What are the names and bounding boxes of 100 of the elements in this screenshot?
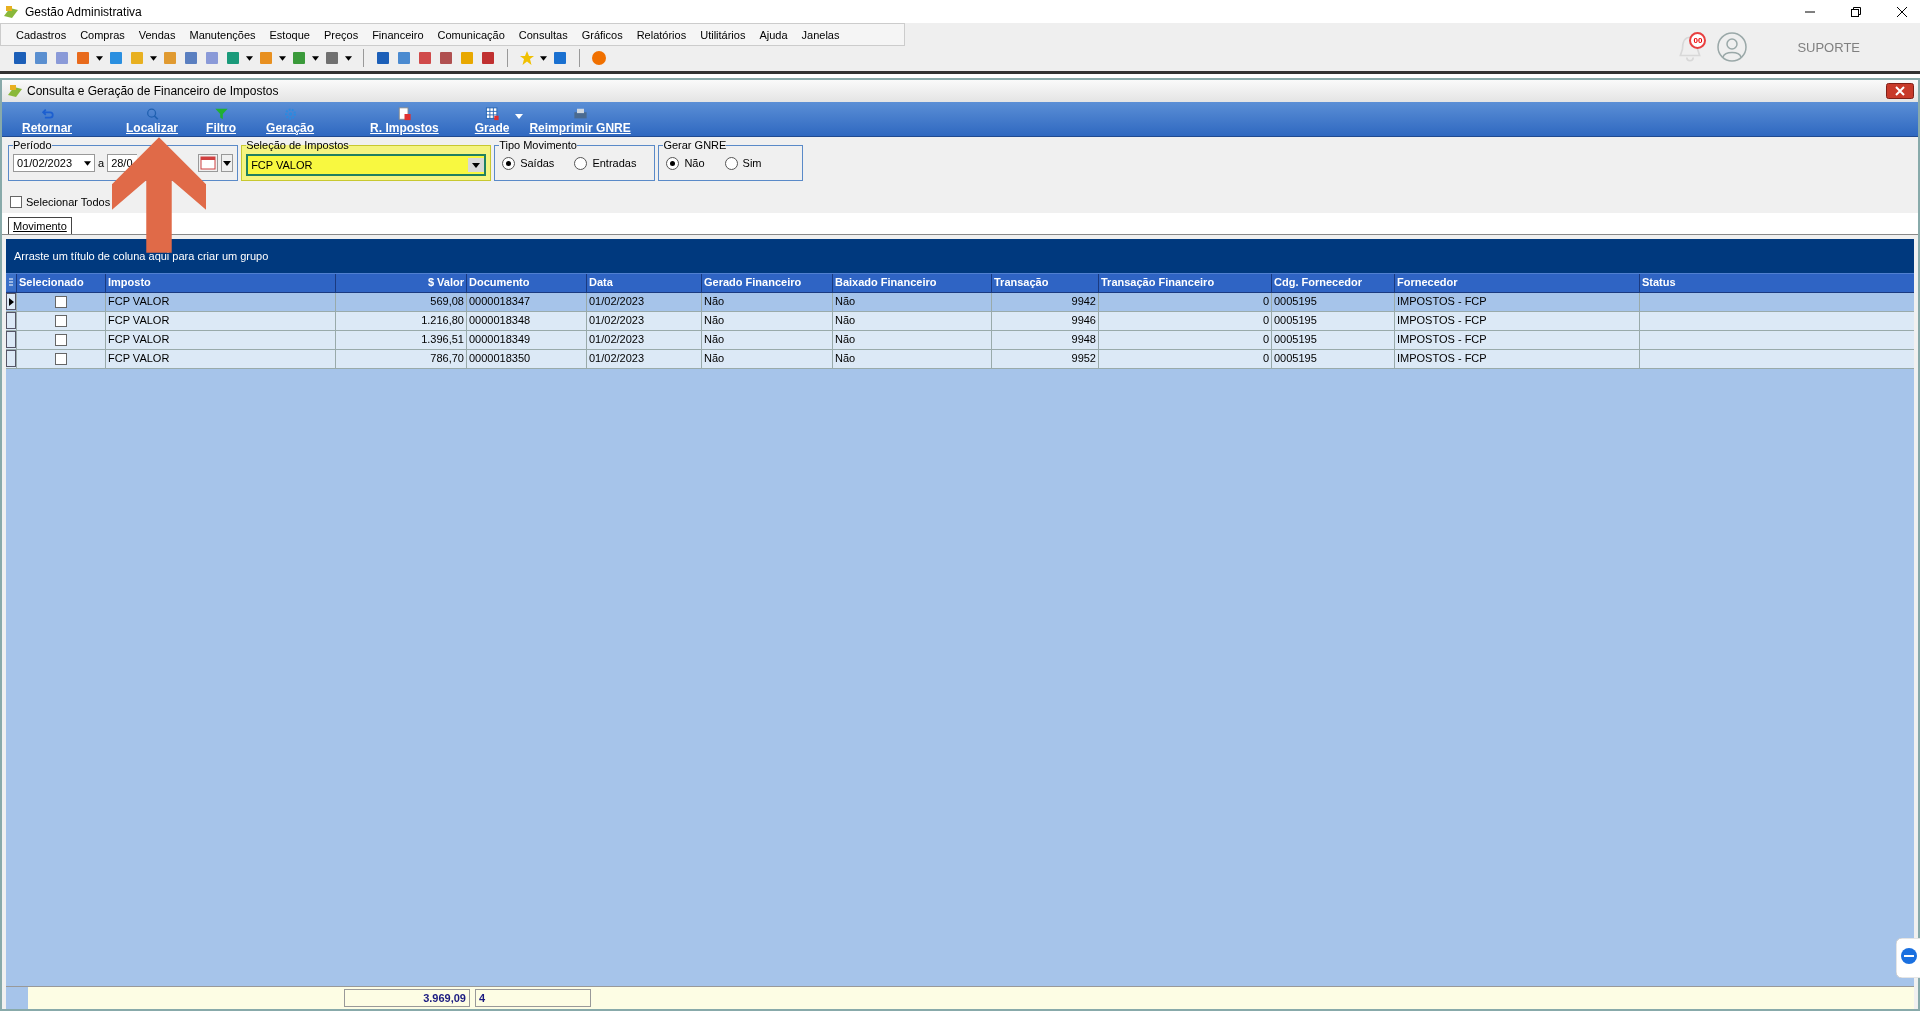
table-cell: Não <box>832 350 991 368</box>
close-icon[interactable] <box>1886 83 1914 99</box>
radio-button[interactable] <box>666 156 680 170</box>
close-icon[interactable] <box>1896 5 1908 18</box>
column-header[interactable]: Cdg. Fornecedor <box>1271 274 1394 292</box>
menu-item[interactable]: Preços <box>316 28 366 41</box>
table-cell: IMPOSTOS - FCP <box>1394 293 1639 311</box>
radio-button[interactable] <box>574 156 588 170</box>
group-label: Tipo Movimento <box>499 139 577 151</box>
table-cell: 0005195 <box>1271 331 1394 349</box>
column-header[interactable]: Transação <box>991 274 1098 292</box>
column-header[interactable]: Fornecedor <box>1394 274 1639 292</box>
caret-icon[interactable] <box>221 154 234 172</box>
tab[interactable]: Movimento <box>8 217 72 234</box>
checkbox[interactable] <box>55 334 67 346</box>
checkbox[interactable] <box>55 296 67 308</box>
caret-icon[interactable] <box>84 160 91 166</box>
table-cell: Não <box>701 350 832 368</box>
checkbox[interactable] <box>55 353 67 365</box>
total-value: 3.969,09 <box>344 989 470 1007</box>
row-indicator[interactable] <box>6 293 16 310</box>
table-cell: 9948 <box>991 331 1098 349</box>
checkbox[interactable] <box>55 315 67 327</box>
checkbox[interactable] <box>10 196 22 208</box>
table-cell: FCP VALOR <box>105 312 335 330</box>
column-header[interactable]: Gerado Financeiro <box>701 274 832 292</box>
table-cell: 9942 <box>991 293 1098 311</box>
printer-icon <box>572 107 588 121</box>
column-header[interactable]: Imposto <box>105 274 335 292</box>
date-field[interactable]: 01/02/2023 <box>13 154 95 172</box>
undo-icon <box>39 107 55 121</box>
radio-button[interactable] <box>502 156 516 170</box>
caret-icon[interactable] <box>246 55 253 61</box>
notification-badge: 00 <box>1689 32 1707 49</box>
toolbar-button[interactable]: R. Impostos <box>370 105 439 136</box>
column-header[interactable]: Baixado Financeiro <box>832 274 991 292</box>
table-cell: 0 <box>1098 312 1271 330</box>
checkbox-label[interactable]: Selecionar Todos <box>26 196 111 208</box>
menu-item[interactable]: Consultas <box>511 28 575 41</box>
caret-icon[interactable] <box>540 55 547 61</box>
toolbar-button[interactable]: Reimprimir GNRE <box>529 105 631 136</box>
side-tab-icon[interactable] <box>1896 938 1920 978</box>
star-icon[interactable] <box>519 50 535 66</box>
caret-icon[interactable] <box>345 55 352 61</box>
toolbar-button[interactable]: Retornar <box>22 105 72 136</box>
caret-icon[interactable] <box>150 55 157 61</box>
table-cell: 01/02/2023 <box>586 350 701 368</box>
column-header[interactable]: $ Valor <box>335 274 466 292</box>
row-count: 4 <box>475 989 591 1007</box>
caret-icon[interactable] <box>312 55 319 61</box>
menu-item[interactable]: Cadastros <box>9 28 74 41</box>
table-cell: 786,70 <box>335 350 466 368</box>
filter-icon <box>213 107 229 121</box>
toolbar-button[interactable]: Grade <box>474 105 510 136</box>
column-header[interactable]: Data <box>586 274 701 292</box>
toolbar-button[interactable]: Filtro <box>206 105 237 136</box>
menu-item[interactable]: Relatórios <box>629 28 694 41</box>
table-cell: IMPOSTOS - FCP <box>1394 312 1639 330</box>
table-cell: Não <box>832 331 991 349</box>
radio-label[interactable]: Sim <box>742 157 762 169</box>
row-indicator[interactable] <box>6 312 16 329</box>
table-cell: FCP VALOR <box>105 350 335 368</box>
toolbar-button[interactable]: Localizar <box>126 105 179 136</box>
table-cell: 0005195 <box>1271 312 1394 330</box>
column-header[interactable]: Selecionado <box>16 274 105 292</box>
caret-icon[interactable] <box>96 55 103 61</box>
menu-item[interactable]: Utilitários <box>693 28 753 41</box>
row-indicator[interactable] <box>6 331 16 348</box>
column-header[interactable]: Status <box>1639 274 1912 292</box>
restore-icon[interactable] <box>1850 5 1862 18</box>
group-label: Seleção de Impostos <box>246 139 349 151</box>
tax-dropdown[interactable]: FCP VALOR <box>246 154 487 176</box>
menu-item[interactable]: Estoque <box>262 28 317 41</box>
menu-item[interactable]: Financeiro <box>365 28 431 41</box>
caret-icon[interactable] <box>279 55 286 61</box>
menu-item[interactable]: Comunicação <box>430 28 512 41</box>
column-header[interactable]: Transação Financeiro <box>1098 274 1271 292</box>
menu-item[interactable]: Manutenções <box>182 28 263 41</box>
table-cell: 0000018350 <box>466 350 586 368</box>
table-cell: 0005195 <box>1271 350 1394 368</box>
app-icon <box>3 3 19 20</box>
radio-button[interactable] <box>724 156 738 170</box>
menu-item[interactable]: Gráficos <box>574 28 630 41</box>
row-indicator[interactable] <box>6 350 16 367</box>
menu-item[interactable]: Janelas <box>794 28 847 41</box>
menu-item[interactable]: Compras <box>73 28 132 41</box>
radio-label[interactable]: Saídas <box>520 157 555 169</box>
grid-icon <box>484 107 500 121</box>
column-header[interactable]: Documento <box>466 274 586 292</box>
caret-icon[interactable] <box>468 158 485 172</box>
table-cell: 9946 <box>991 312 1098 330</box>
radio-label[interactable]: Não <box>684 157 705 169</box>
menu-item[interactable]: Ajuda <box>752 28 795 41</box>
radio-label[interactable]: Entradas <box>592 157 637 169</box>
table-cell: 1.216,80 <box>335 312 466 330</box>
toolbar-button[interactable]: Geração <box>266 105 315 136</box>
table-cell: 0000018347 <box>466 293 586 311</box>
menu-item[interactable]: Vendas <box>131 28 183 41</box>
group-label: Período <box>13 139 52 151</box>
group-hint: Arraste um título de coluna aqui para criar um grupo <box>14 250 269 262</box>
